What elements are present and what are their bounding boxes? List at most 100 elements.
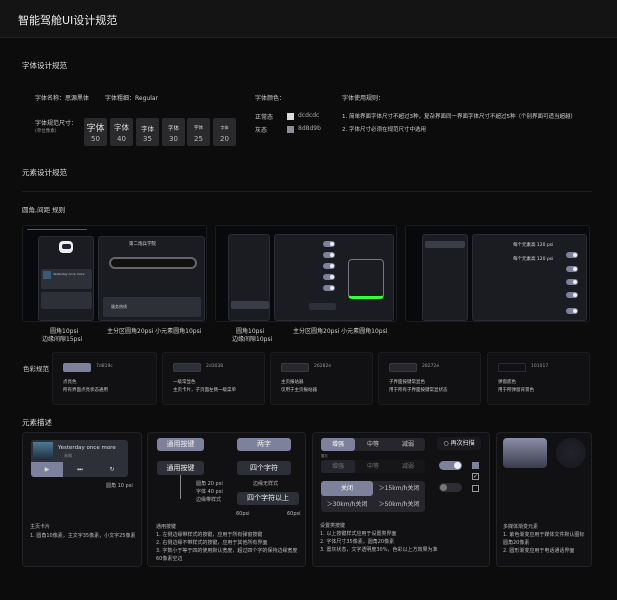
color-card: 101017 弹窗底色 用于所弹窗背景色 xyxy=(487,352,590,405)
card-line: 1. 以上按键样式应用于设置类界面 xyxy=(320,531,397,537)
annotation: 字体 40 psi xyxy=(196,489,223,495)
option-off[interactable]: 关闭 xyxy=(321,481,373,496)
card-line: 3. 字数小于等于四的使用默认宽度，超过四个字的保持边缘宽度 xyxy=(156,548,298,554)
divider xyxy=(22,191,592,192)
toggle[interactable] xyxy=(323,241,335,247)
toggle-on[interactable] xyxy=(439,461,462,470)
long-button[interactable]: 四个字符以上 xyxy=(237,492,299,505)
music-card[interactable]: Yesterday once more 未知 ▶ ⏭ ↻ xyxy=(31,440,128,477)
toggle[interactable] xyxy=(323,252,335,258)
font-size-sample: 字体 50 xyxy=(84,118,107,146)
segment-strong[interactable]: 增强 xyxy=(321,438,355,451)
toggle[interactable] xyxy=(323,274,335,280)
music-card[interactable]: Yesterday once more xyxy=(41,269,92,289)
card-line: 2. 字体尺寸35像素，圆角20像素 xyxy=(320,539,395,545)
media-gradient-spec: 多媒体渐变元素 1. 紫色渐变应用于媒体文件默认图标 圆角20像素 2. 圆形渐… xyxy=(496,432,592,567)
toggle[interactable] xyxy=(323,285,335,291)
sample-text: 字体 xyxy=(167,126,179,132)
screen-settings-bus xyxy=(215,225,397,322)
general-button[interactable]: 通用按键 xyxy=(157,461,204,475)
color-hex: 7d819c xyxy=(96,364,113,369)
color-name: 一级常显色 xyxy=(173,380,196,385)
content-panel xyxy=(274,234,394,321)
segment-medium: 中等 xyxy=(366,463,379,470)
next-button[interactable]: ⏭ xyxy=(64,462,96,477)
toggle-off[interactable] xyxy=(439,483,462,492)
screen-home: Yesterday once more 第二炮兵学院 服务热线 xyxy=(22,225,207,322)
album-cover xyxy=(43,271,51,279)
media-gradient-tile xyxy=(503,438,547,468)
color-desc: 用于所有子界面按键常显状态 xyxy=(389,388,448,393)
card-line: 2. 右侧边缘不带样式的按键，应用于其他所有界面 xyxy=(156,540,268,546)
card-title: 设置类按键 xyxy=(320,523,346,529)
padding-note: 60psi xyxy=(287,511,301,517)
font-size-label: 字体规范尺寸： xyxy=(35,120,78,127)
font-rule: 1. 简单界面字体尺寸不超过3种，复杂界面同一界面字体尺寸不超过5种（个别界面可… xyxy=(342,114,576,120)
size-value: 25 xyxy=(194,135,203,143)
color-desc: 主页卡片，子页面左侧一级菜单 xyxy=(173,388,236,393)
size-value: 30 xyxy=(169,135,178,143)
song-title: Yesterday once more xyxy=(58,445,116,451)
loop-icon[interactable]: ↻ xyxy=(96,462,128,477)
four-char-button[interactable]: 四个字符 xyxy=(237,461,291,475)
checkbox-empty[interactable] xyxy=(472,485,479,492)
size-value: 50 xyxy=(91,135,100,143)
artist-name: 未知 xyxy=(64,453,72,458)
toggle[interactable] xyxy=(566,266,578,272)
toggle[interactable] xyxy=(566,279,578,285)
card-line: 1. 左侧边缘带样式的按键，应用于所有弹窗按键 xyxy=(156,532,263,538)
option-30[interactable]: ＞30km/h关闭 xyxy=(321,497,373,512)
annotation: 圆角 20 psi xyxy=(196,481,223,487)
left-panel: Yesterday once more xyxy=(38,236,94,321)
general-button-filled[interactable]: 通用按键 xyxy=(157,438,204,451)
checkbox-filled[interactable] xyxy=(472,462,479,469)
hotline-label[interactable]: 服务热线 xyxy=(111,304,127,310)
card-title: 主页卡片 xyxy=(30,524,51,530)
color-swatch xyxy=(63,363,91,372)
segment-weak[interactable]: 减弱 xyxy=(391,438,425,451)
font-rule: 2. 字体尺寸必须在规范尺寸中选用 xyxy=(342,127,426,133)
color-swatch xyxy=(173,363,201,372)
font-color-label: 字体颜色： xyxy=(255,95,286,102)
color-swatch-gray xyxy=(287,126,294,133)
color-swatch xyxy=(389,363,417,372)
color-hex: 2d3038 xyxy=(206,364,224,369)
desc-section-heading: 元素描述 xyxy=(22,418,52,427)
toggle[interactable] xyxy=(566,292,578,298)
toggle[interactable] xyxy=(323,263,335,269)
menu-panel xyxy=(422,234,468,321)
font-rules-label: 字体使用规则： xyxy=(342,95,385,102)
toggle[interactable] xyxy=(566,308,578,314)
menu-item-selected[interactable] xyxy=(231,301,269,309)
height-note: 每个元素高 120 psi xyxy=(513,257,554,262)
font-size-sample: 字体 40 xyxy=(110,118,133,146)
two-char-button[interactable]: 两字 xyxy=(237,438,291,451)
play-button[interactable]: ▶ xyxy=(31,462,63,477)
font-size-sample: 字体 35 xyxy=(136,118,159,146)
bluetooth-card[interactable] xyxy=(41,292,92,309)
sample-text: 字体 xyxy=(114,123,129,132)
rescan-button[interactable]: ○ 再次扫描 xyxy=(437,437,481,450)
color-desc: 所有界面点亮状态通用 xyxy=(63,388,108,393)
radius-note: 圆角 10 psi xyxy=(106,483,133,489)
color-name: 子界面按键常显色 xyxy=(389,380,425,385)
annotation: 边缘无样式 xyxy=(253,481,279,487)
content-panel: 每个元素高 120 psi 每个元素高 120 psi xyxy=(472,234,587,321)
color-swatch xyxy=(281,363,309,372)
status-bar xyxy=(27,229,87,230)
color-card: 2d3038 一级常显色主页卡片，子页面左侧一级菜单 xyxy=(162,352,265,405)
option-15[interactable]: ＞15km/h关闭 xyxy=(373,481,425,496)
color-desc: 用于所弹窗背景色 xyxy=(498,388,534,393)
toggle[interactable] xyxy=(566,252,578,258)
call-gradient-circle xyxy=(556,438,586,468)
checkbox-checked[interactable]: ✓ xyxy=(472,473,479,480)
service-panel: 服务热线 xyxy=(103,297,201,317)
card-title: 多媒体渐变元素 xyxy=(503,524,539,530)
height-note: 每个元素高 120 psi xyxy=(513,243,554,248)
segment-medium[interactable]: 中等 xyxy=(356,438,390,451)
page-title: 智能驾舱UI设计规范 xyxy=(18,14,118,27)
menu-item-selected[interactable] xyxy=(425,241,465,248)
option-50[interactable]: ＞50km/h关闭 xyxy=(373,497,425,512)
small-button[interactable] xyxy=(309,303,336,310)
main-panel: 第二炮兵学院 服务热线 xyxy=(98,236,205,321)
